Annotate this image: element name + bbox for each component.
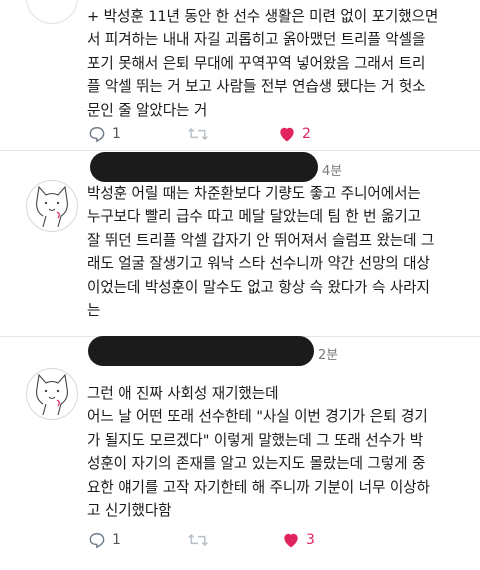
reply-count: 1 [112,126,121,142]
avatar[interactable] [26,368,78,420]
tweet-text: 박성훈 어릴 때는 차준환보다 기량도 좋고 주니어에서는 누구보다 빨리 급수… [87,185,435,320]
reply-count: 1 [112,532,121,548]
reply-icon [89,127,105,143]
timestamp: 4분 [322,164,343,179]
like-count: 3 [306,532,315,548]
like-button[interactable]: 2 [277,124,311,144]
reply-button[interactable]: 1 [87,124,121,144]
retweet-icon [188,127,208,141]
tweet-text: + 박성훈 11년 동안 한 선수 생활은 미련 없이 포기했으면 서 피겨하는… [87,8,439,119]
divider [0,150,480,151]
like-count: 2 [302,126,311,142]
redacted-username [88,336,314,366]
avatar[interactable] [26,0,78,24]
avatar[interactable] [26,180,78,232]
like-button[interactable]: 3 [281,530,315,550]
cat-doodle-icon [36,185,68,228]
reply-button[interactable]: 1 [87,530,121,550]
retweet-button[interactable] [187,124,209,144]
heart-icon [280,127,294,142]
heart-icon [284,533,298,548]
tweet-text: 그런 애 진짜 사회성 재기했는데 어느 날 어떤 또래 선수한테 "사실 이번… [87,385,430,520]
timestamp: 2분 [318,348,339,363]
redacted-username [90,152,318,182]
cat-doodle-icon [36,373,68,416]
reply-icon [89,533,105,549]
retweet-button[interactable] [187,530,209,550]
retweet-icon [188,533,208,547]
